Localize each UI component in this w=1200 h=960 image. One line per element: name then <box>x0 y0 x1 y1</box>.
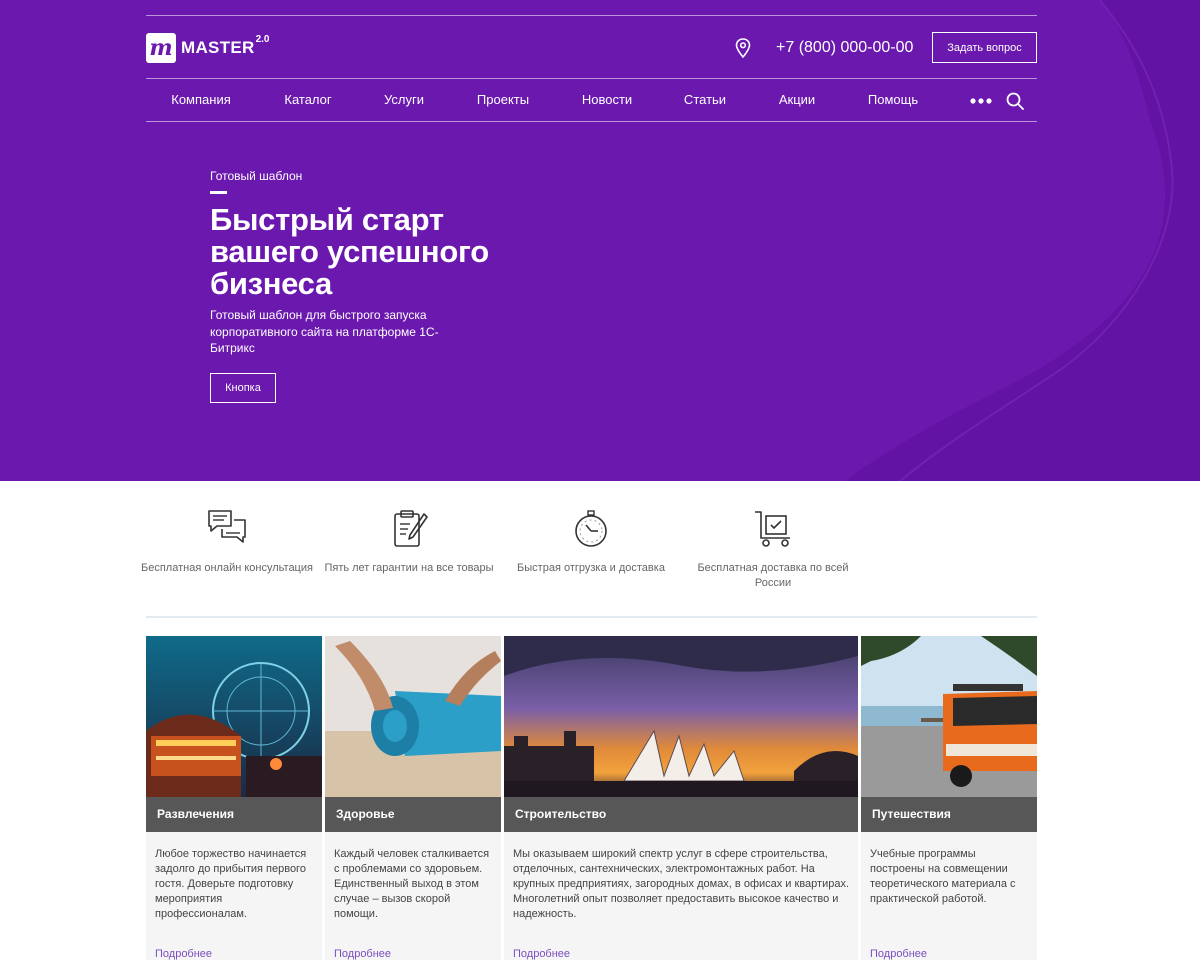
camper-van-beach-photo <box>861 636 1037 797</box>
card-text: Мы оказываем широкий спектр услуг в сфер… <box>513 848 850 920</box>
feature-item: Быстрая отгрузка и доставка <box>501 508 681 576</box>
stopwatch-icon <box>575 510 607 547</box>
feature-text: Бесплатная онлайн консультация <box>141 562 313 574</box>
nav-item-catalog[interactable]: Каталог <box>284 79 331 121</box>
delivery-cart-icon <box>755 511 790 547</box>
hero-title: Быстрый старт вашего успешного бизнеса <box>210 202 489 301</box>
feature-item: Бесплатная доставка по всей России <box>683 508 863 591</box>
logo-version: 2.0 <box>255 33 270 45</box>
hero-eyebrow-divider <box>210 191 227 194</box>
yoga-mat-photo <box>325 636 501 797</box>
ask-question-button[interactable]: Задать вопрос <box>932 32 1037 63</box>
hero-cta-button[interactable]: Кнопка <box>210 372 276 403</box>
logo[interactable]: m MASTER 2.0 <box>146 33 269 63</box>
more-dots-icon[interactable] <box>970 98 992 104</box>
nav-item-projects[interactable]: Проекты <box>477 79 529 121</box>
features-strip: Бесплатная онлайн консультация Пять лет … <box>141 500 1037 618</box>
card-health[interactable]: Здоровье Каждый человек сталкивается с п… <box>325 636 501 960</box>
hero-description: Готовый шаблон для быстрого запуска корп… <box>210 308 439 355</box>
nav-item-news[interactable]: Новости <box>582 79 632 121</box>
nav-item-company[interactable]: Компания <box>171 79 231 121</box>
nav-item-promotions[interactable]: Акции <box>779 79 815 121</box>
hero-banner: m MASTER 2.0 +7 (800) 000-00-00 Задать в… <box>0 0 1200 481</box>
card-more-link[interactable]: Подробнее <box>870 948 927 960</box>
nav-item-services[interactable]: Услуги <box>384 79 424 121</box>
card-title: Развлечения <box>146 797 322 832</box>
card-travel[interactable]: Путешествия Учебные программы построены … <box>861 636 1037 960</box>
hero-eyebrow: Готовый шаблон <box>210 169 303 183</box>
card-construction[interactable]: Строительство Мы оказываем широкий спект… <box>504 636 858 960</box>
header: m MASTER 2.0 +7 (800) 000-00-00 Задать в… <box>146 15 1037 122</box>
card-text: Каждый человек сталкивается с проблемами… <box>334 848 490 920</box>
amusement-park-photo <box>146 636 322 797</box>
card-title: Строительство <box>504 797 858 832</box>
feature-text: Бесплатная доставка по всей России <box>697 562 849 589</box>
opera-house-sunset-photo <box>504 636 858 797</box>
nav-item-articles[interactable]: Статьи <box>684 79 726 121</box>
card-text: Любое торжество начинается задолго до пр… <box>155 848 307 920</box>
card-entertainment[interactable]: Развлечения Любое торжество начинается з… <box>146 636 322 960</box>
feature-item: Бесплатная онлайн консультация <box>137 508 317 576</box>
card-more-link[interactable]: Подробнее <box>155 948 212 960</box>
phone-number[interactable]: +7 (800) 000-00-00 <box>776 38 913 58</box>
hero-content: Готовый шаблон Быстрый старт вашего успе… <box>210 168 530 403</box>
logo-name: MASTER <box>181 38 255 57</box>
chat-bubbles-icon <box>208 510 246 543</box>
card-more-link[interactable]: Подробнее <box>513 948 570 960</box>
main-nav: Компания Каталог Услуги Проекты Новости … <box>146 78 1037 122</box>
clipboard-pen-icon <box>394 510 428 547</box>
card-more-link[interactable]: Подробнее <box>334 948 391 960</box>
card-title: Здоровье <box>325 797 501 832</box>
map-pin-icon[interactable] <box>735 38 751 58</box>
logo-mark: m <box>146 33 176 63</box>
feature-item: Пять лет гарантии на все товары <box>319 508 499 576</box>
card-title: Путешествия <box>861 797 1037 832</box>
nav-item-help[interactable]: Помощь <box>868 79 918 121</box>
search-icon[interactable] <box>1006 92 1024 110</box>
card-text: Учебные программы построены на совмещени… <box>870 848 1016 905</box>
feature-text: Пять лет гарантии на все товары <box>324 562 494 574</box>
feature-text: Быстрая отгрузка и доставка <box>517 562 665 574</box>
